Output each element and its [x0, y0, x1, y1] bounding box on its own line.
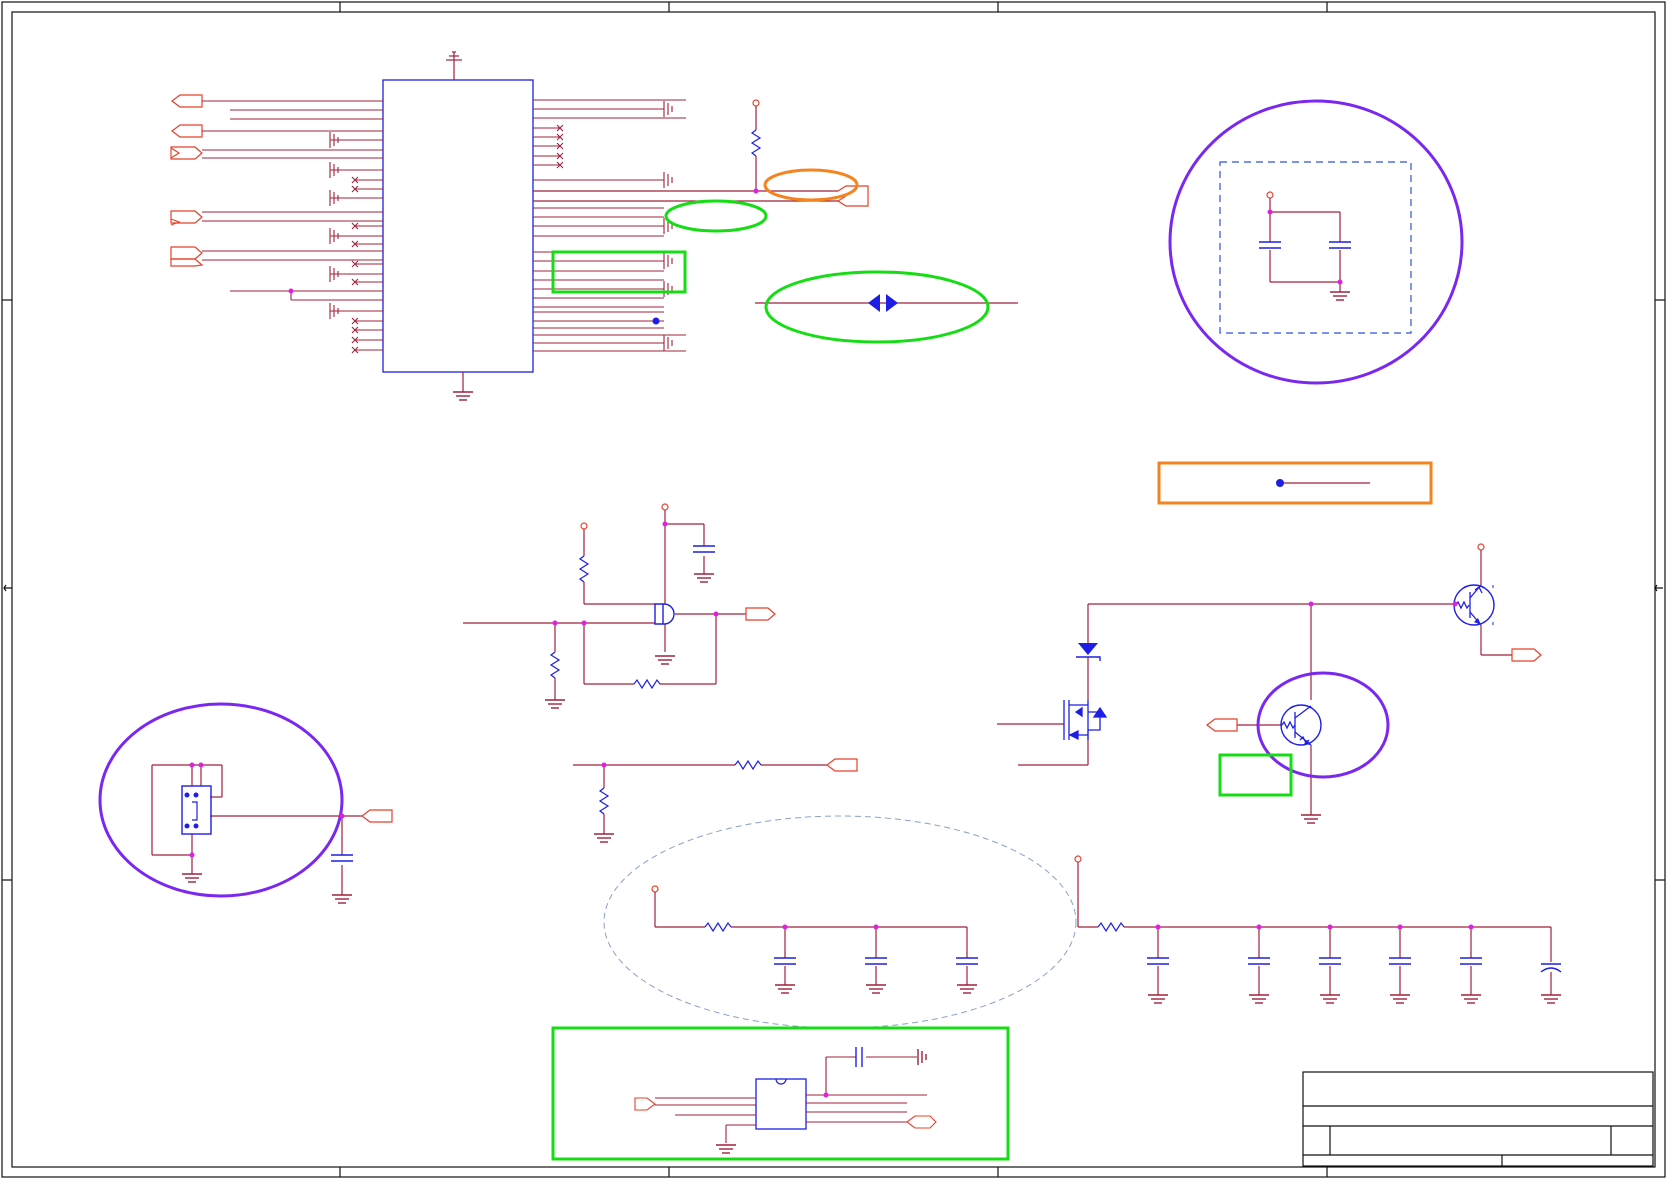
decoupling-cap-block — [1168, 99, 1464, 385]
and-gate-icon — [654, 603, 675, 625]
ic-body-icon — [382, 79, 534, 373]
rc-filter-network — [603, 815, 1077, 1029]
pullup-resistor — [533, 99, 838, 202]
transistor-circuit — [997, 543, 1542, 824]
dip-switch-block — [98, 702, 393, 904]
highlight-box — [1218, 753, 1293, 797]
test-point-box — [1157, 461, 1433, 505]
ic-chip-icon — [755, 1078, 807, 1130]
schematic-canvas — [0, 0, 1667, 1179]
capacitor-icon — [693, 545, 715, 553]
highlight-box — [551, 250, 687, 294]
main-ic — [170, 51, 869, 401]
mosfet-icon — [1063, 700, 1108, 741]
highlight-ellipse — [664, 199, 768, 233]
and-gate-circuit — [463, 503, 776, 709]
pnp-transistor-icon — [1453, 584, 1495, 626]
solder-jumper — [755, 270, 1018, 344]
input-divider — [573, 758, 858, 843]
drawing-frame — [1, 1, 1666, 1178]
eeprom-block — [551, 1026, 1010, 1161]
off-page-connector-icon — [170, 94, 204, 267]
highlight-ellipse — [763, 168, 859, 202]
bulk-capacitor-bank — [1074, 855, 1562, 1004]
title-block — [1302, 1071, 1654, 1167]
npn-transistor-icon — [1218, 671, 1390, 797]
